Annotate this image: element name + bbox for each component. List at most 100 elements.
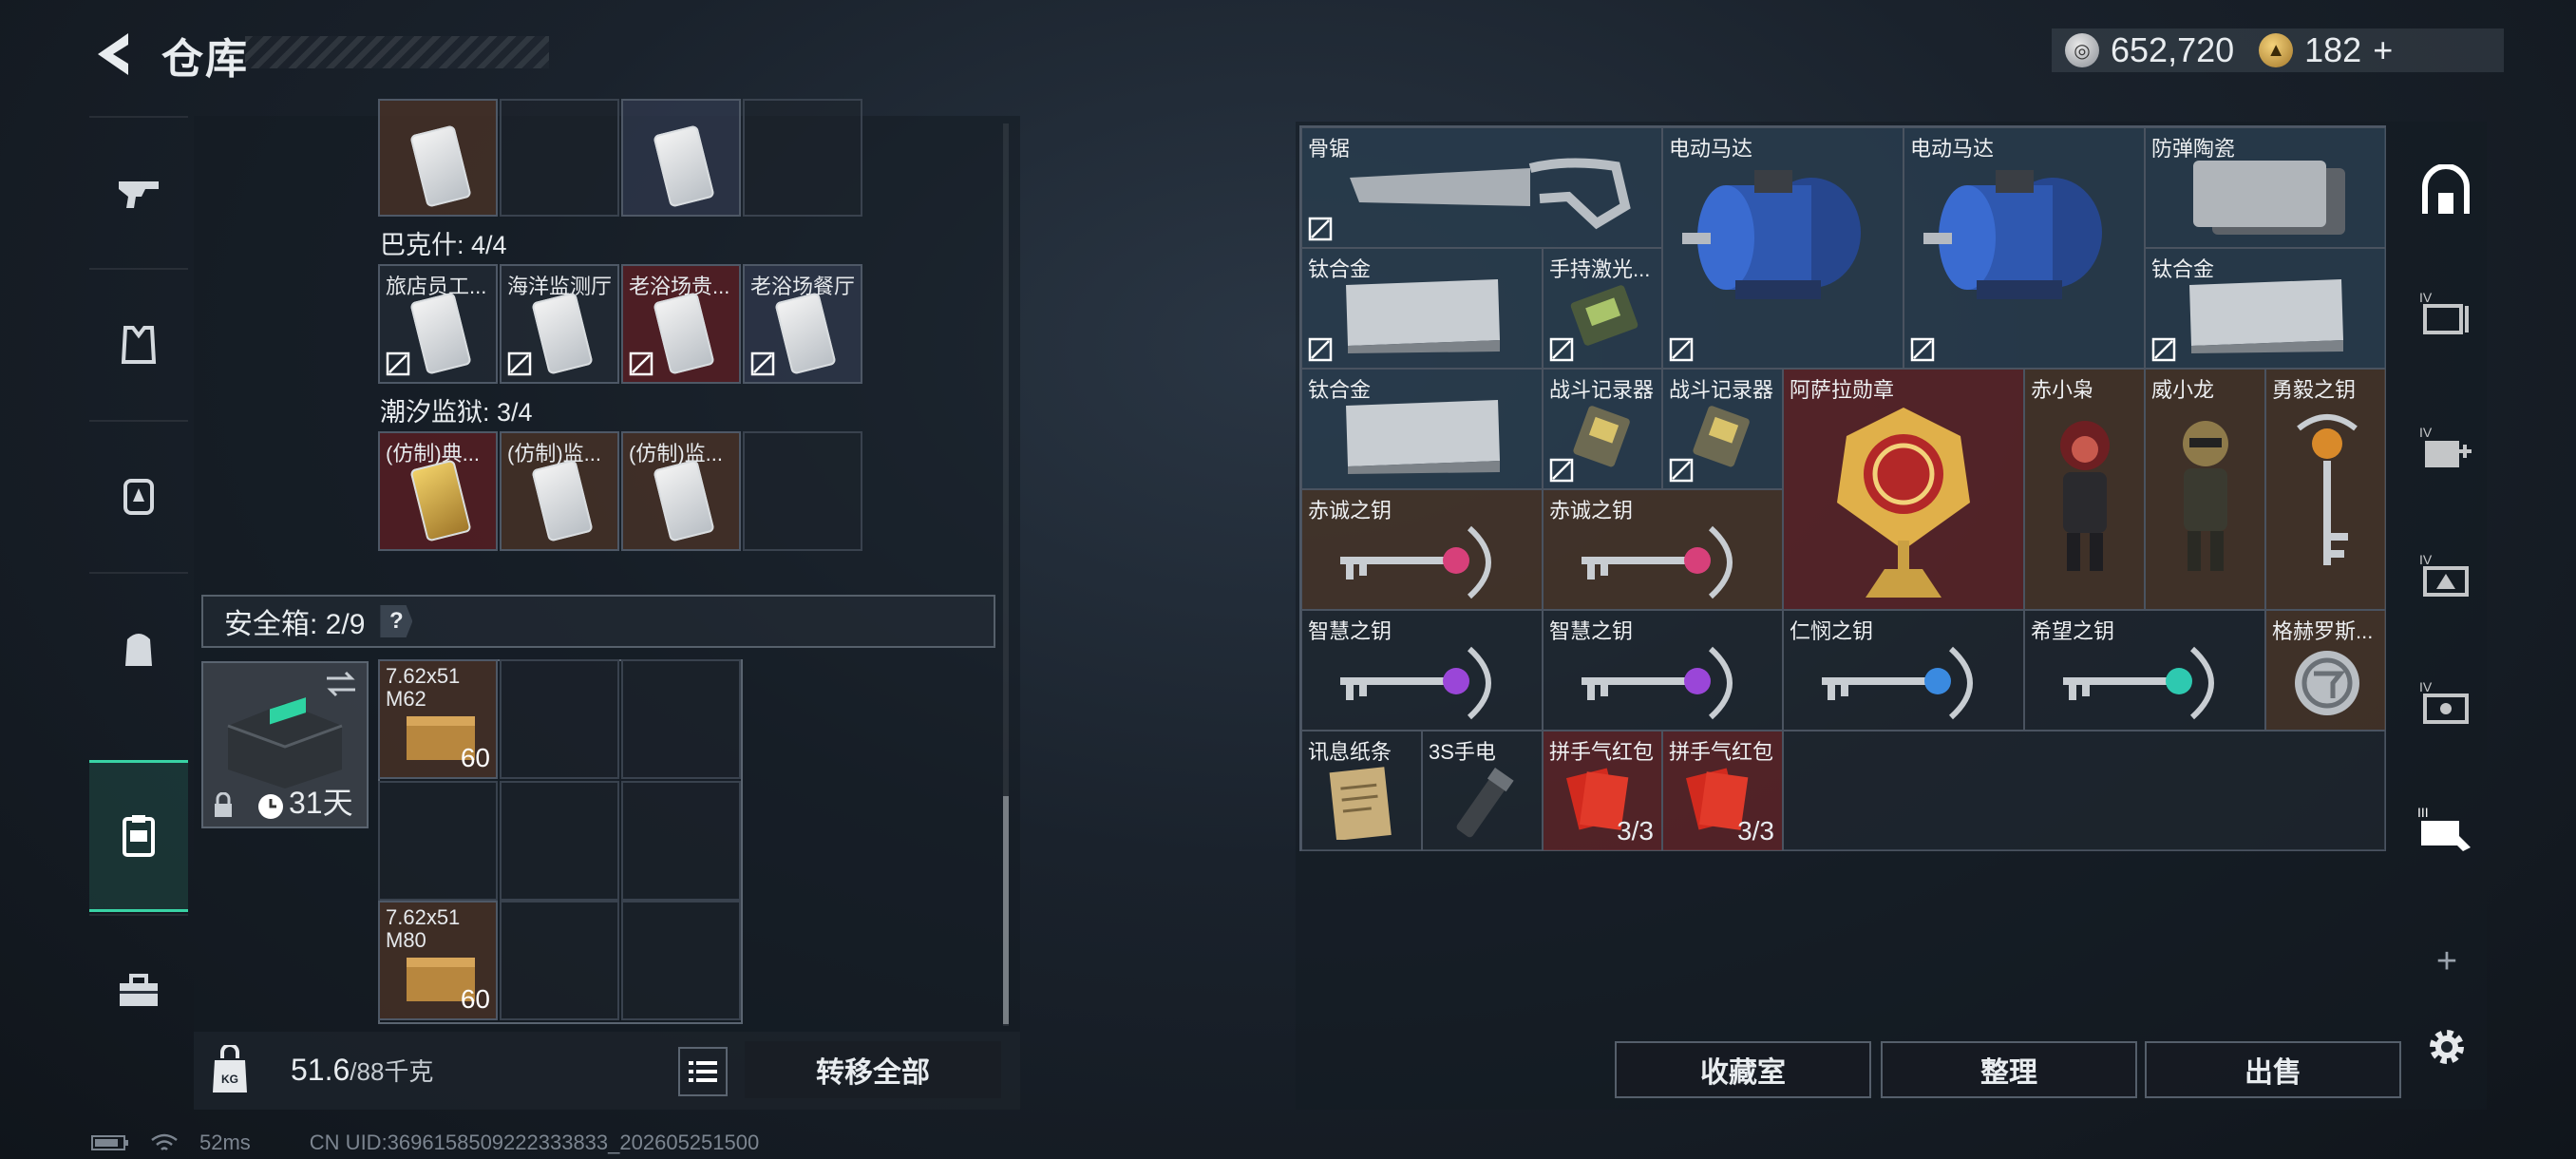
red-owl-figure[interactable]: 赤小枭 bbox=[2024, 369, 2145, 610]
rail-storage-misc[interactable]: IV bbox=[2415, 671, 2477, 733]
rail-armor[interactable] bbox=[89, 268, 188, 420]
locked-icon bbox=[1669, 458, 1694, 483]
item-label: 仁悯之钥 bbox=[1790, 619, 1874, 643]
rail-storage-main[interactable] bbox=[2415, 160, 2477, 222]
gear-box-icon: IV bbox=[2419, 552, 2469, 597]
rail-weapons[interactable] bbox=[89, 116, 188, 268]
rail-storage-medical[interactable]: IV bbox=[2415, 416, 2477, 479]
key-card-slot[interactable] bbox=[378, 99, 498, 217]
svg-text:IV: IV bbox=[2419, 679, 2433, 694]
list-view-button[interactable] bbox=[678, 1047, 728, 1096]
metal-ingot-icon bbox=[2189, 279, 2343, 353]
bakshi-card-2[interactable]: 海洋监测厅 bbox=[500, 264, 619, 384]
item-label: 智慧之钥 bbox=[1308, 619, 1392, 643]
sort-button[interactable]: 整理 bbox=[1881, 1041, 2137, 1098]
combat-recorder-2[interactable]: 战斗记录器 bbox=[1662, 369, 1783, 489]
bravery-key-item[interactable]: 勇毅之钥 bbox=[2265, 369, 2386, 610]
safe-slot-empty[interactable] bbox=[500, 659, 619, 779]
rail-storage-collection[interactable]: III bbox=[2415, 798, 2477, 861]
bakshi-card-4[interactable]: 老浴场餐厅 bbox=[743, 264, 862, 384]
red-envelope-2[interactable]: 拼手气红包 3/3 bbox=[1662, 731, 1783, 851]
toolbox-icon bbox=[120, 974, 158, 1006]
sell-button[interactable]: 出售 bbox=[2145, 1041, 2401, 1098]
back-button[interactable] bbox=[87, 27, 137, 82]
titanium-alloy-1[interactable]: 钛合金 bbox=[1301, 248, 1543, 369]
item-label: 智慧之钥 bbox=[1549, 619, 1634, 643]
safe-slot-empty[interactable] bbox=[500, 781, 619, 901]
rail-storage-folder[interactable]: IV bbox=[2415, 281, 2477, 344]
currency-bar: ◎ 652,720 ▲ 182 + bbox=[2052, 28, 2504, 72]
safebox-container[interactable]: 31天 bbox=[201, 661, 369, 828]
titanium-alloy-2[interactable]: 钛合金 bbox=[2145, 248, 2386, 369]
safebox-header: 安全箱: 2/9 ? bbox=[201, 595, 995, 648]
item-label: 拼手气红包 bbox=[1669, 740, 1774, 764]
electric-motor-2[interactable]: 电动马达 bbox=[1904, 127, 2145, 369]
bakshi-card-3[interactable]: 老浴场贵... bbox=[621, 264, 741, 384]
item-label: 7.62x51 M62 bbox=[386, 664, 461, 711]
swap-icon[interactable] bbox=[325, 671, 357, 697]
weight-current: 51.6 bbox=[291, 1053, 350, 1087]
safebox-icon bbox=[123, 815, 155, 857]
collection-room-button[interactable]: 收藏室 bbox=[1615, 1041, 1871, 1098]
rail-storage-gear[interactable]: IV bbox=[2415, 543, 2477, 606]
storage-empty-slots[interactable] bbox=[1783, 731, 2386, 851]
mercy-key-item[interactable]: 仁悯之钥 bbox=[1783, 610, 2024, 731]
svg-text:III: III bbox=[2417, 805, 2429, 820]
key-icon bbox=[1340, 525, 1491, 599]
ammo-box-1[interactable]: 7.62x51 M62 60 bbox=[378, 659, 498, 779]
safe-slot-empty[interactable] bbox=[621, 901, 741, 1020]
wisdom-key-2[interactable]: 智慧之钥 bbox=[1543, 610, 1783, 731]
tidal-card-2[interactable]: (仿制)监... bbox=[500, 431, 619, 551]
key-card-slot-empty[interactable] bbox=[743, 99, 862, 217]
rail-case[interactable] bbox=[89, 914, 188, 1066]
asala-medal-item[interactable]: 阿萨拉勋章 bbox=[1783, 369, 2024, 610]
ammo-box-2[interactable]: 7.62x51 M80 60 bbox=[378, 901, 498, 1020]
item-label: 战斗记录器 bbox=[1549, 378, 1655, 402]
message-note-item[interactable]: 讯息纸条 bbox=[1301, 731, 1422, 851]
left-scrollbar-thumb[interactable] bbox=[1003, 796, 1009, 1024]
key-card-slot-empty[interactable] bbox=[500, 99, 619, 217]
wisdom-key-1[interactable]: 智慧之钥 bbox=[1301, 610, 1543, 731]
safe-slot-empty[interactable] bbox=[621, 781, 741, 901]
item-label: 讯息纸条 bbox=[1308, 740, 1392, 764]
locked-icon bbox=[2151, 337, 2176, 362]
hope-key-item[interactable]: 希望之钥 bbox=[2024, 610, 2265, 731]
add-gold-button[interactable]: + bbox=[2373, 30, 2393, 70]
safe-slot-empty[interactable] bbox=[500, 901, 619, 1020]
svg-text:KG: KG bbox=[221, 1073, 238, 1086]
locked-icon bbox=[1549, 458, 1574, 483]
wei-dragon-figure[interactable]: 威小龙 bbox=[2145, 369, 2265, 610]
locked-icon bbox=[507, 352, 532, 376]
key-card-slot[interactable] bbox=[621, 99, 741, 217]
settings-button[interactable] bbox=[2420, 1020, 2473, 1074]
item-label: (仿制)监... bbox=[629, 442, 723, 466]
safe-slot-empty[interactable] bbox=[378, 781, 498, 901]
sincerity-key-2[interactable]: 赤诚之钥 bbox=[1543, 489, 1783, 610]
electric-motor-1[interactable]: 电动马达 bbox=[1662, 127, 1904, 369]
rail-rig[interactable] bbox=[89, 420, 188, 572]
safe-slot-empty[interactable] bbox=[621, 659, 741, 779]
handheld-laser-item[interactable]: 手持激光... bbox=[1543, 248, 1662, 369]
chest-rig-icon bbox=[123, 479, 154, 515]
rail-backpack[interactable] bbox=[89, 572, 188, 724]
ceramic-plate-item[interactable]: 防弹陶瓷 bbox=[2145, 127, 2386, 248]
sincerity-key-1[interactable]: 赤诚之钥 bbox=[1301, 489, 1543, 610]
red-envelope-1[interactable]: 拼手气红包 3/3 bbox=[1543, 731, 1662, 851]
add-storage-button[interactable]: + bbox=[2426, 940, 2468, 982]
tidal-card-3[interactable]: (仿制)监... bbox=[621, 431, 741, 551]
gerhos-item[interactable]: 格赫罗斯... bbox=[2265, 610, 2386, 731]
electric-motor-icon bbox=[1682, 170, 1861, 299]
help-button[interactable]: ? bbox=[380, 605, 413, 637]
vest-icon bbox=[121, 326, 157, 364]
rail-safebox[interactable] bbox=[89, 760, 188, 912]
bone-saw-item[interactable]: 骨锯 bbox=[1301, 127, 1662, 248]
svg-text:IV: IV bbox=[2419, 290, 2433, 305]
bakshi-card-1[interactable]: 旅店员工... bbox=[378, 264, 498, 384]
flashlight-item[interactable]: 3S手电 bbox=[1422, 731, 1543, 851]
titanium-alloy-3[interactable]: 钛合金 bbox=[1301, 369, 1543, 489]
tidal-prison-label: 潮汐监狱: 3/4 bbox=[380, 398, 533, 427]
tidal-card-empty[interactable] bbox=[743, 431, 862, 551]
combat-recorder-1[interactable]: 战斗记录器 bbox=[1543, 369, 1662, 489]
tidal-card-1[interactable]: (仿制)典... bbox=[378, 431, 498, 551]
transfer-all-button[interactable]: 转移全部 bbox=[745, 1041, 1001, 1098]
